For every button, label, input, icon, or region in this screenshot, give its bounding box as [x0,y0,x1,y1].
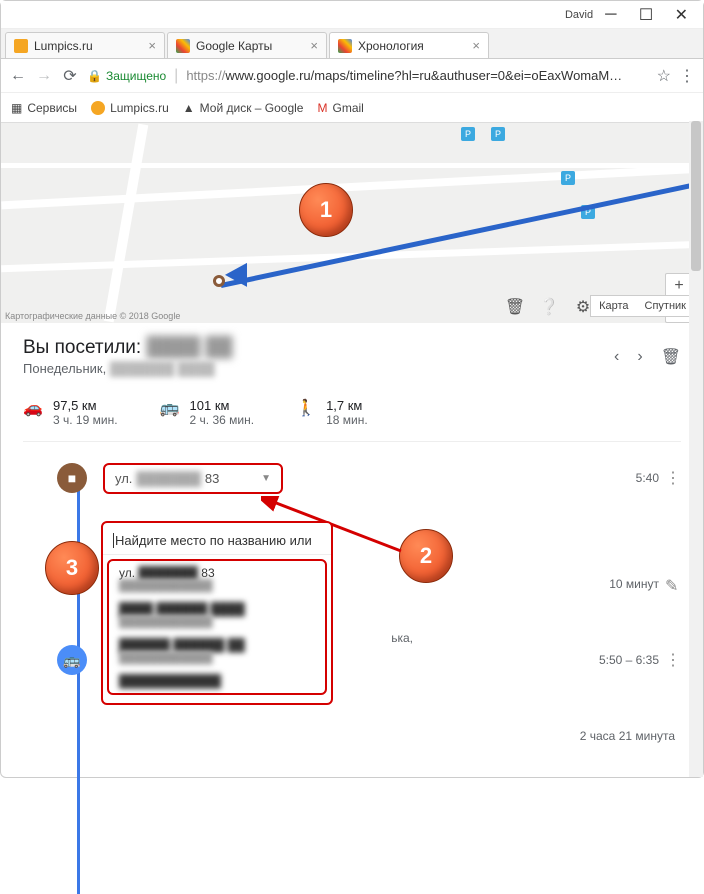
car-icon: 🚗 [23,398,43,418]
place-search-input[interactable]: Найдите место по названию или [103,527,331,555]
travel-stats: 🚗 97,5 км3 ч. 19 мин. 🚌 101 км2 ч. 36 ми… [23,398,681,442]
panel-header: Вы посетили: ████ ██ Понедельник, ██████… [23,337,681,376]
tab-timeline[interactable]: Хронология × [329,32,489,58]
favicon-icon [91,101,105,115]
obscured-text: ька, [391,631,413,645]
back-button[interactable]: ← [9,67,27,85]
help-icon[interactable]: ❔ [539,297,559,317]
favicon-icon [14,39,28,53]
route-endpoint[interactable] [213,275,225,287]
annotation-marker-1: 1 [299,183,353,237]
row-time: 5:50 – 6:35 [599,653,659,667]
row-time: 5:40 [636,471,659,485]
map-type-switch: Карта Спутник [590,295,695,317]
next-day-button[interactable]: › [637,348,642,366]
row-menu-button[interactable]: ⋮ [665,650,681,670]
segment-duration: 10 минут [609,577,659,591]
window-titlebar: David ─ ☐ ✕ [1,1,703,29]
close-icon[interactable]: × [148,38,156,53]
reload-button[interactable]: ⟳ [61,67,79,85]
poi-marker[interactable]: P [491,127,505,141]
lock-icon: 🔒 [87,69,102,83]
scrollbar-thumb[interactable] [691,121,701,271]
secure-badge[interactable]: 🔒 Защищено [87,69,166,83]
map-canvas[interactable]: P P P P + − 🗑 ❔ ⚙ Карта Спутник Картогра… [1,123,703,323]
route-line [220,179,703,288]
page-subtitle: Понедельник, ███████ ████ [23,361,233,376]
poi-marker[interactable]: P [561,171,575,185]
drive-icon: ▲ [183,101,195,115]
poi-marker[interactable]: P [461,127,475,141]
place-dropdown[interactable]: ул. ███████ 83 ▼ [103,463,283,494]
browser-toolbar: ← → ⟳ 🔒 Защищено | https://www.google.ru… [1,59,703,93]
stat-car: 🚗 97,5 км3 ч. 19 мин. [23,398,118,427]
stat-bus: 🚌 101 км2 ч. 36 мин. [160,398,255,427]
annotation-marker-3: 3 [45,541,99,595]
window-minimize-button[interactable]: ─ [593,3,628,27]
bookmark-lumpics[interactable]: Lumpics.ru [91,101,169,115]
tab-lumpics[interactable]: Lumpics.ru × [5,32,165,58]
tab-label: Google Карты [196,39,272,53]
walk-icon: 🚶 [296,398,316,418]
window-close-button[interactable]: ✕ [664,3,699,27]
profile-name: David [565,9,593,21]
suggestion-item[interactable]: ██████ ██████ ██ ████████████ [109,633,325,669]
prev-day-button[interactable]: ‹ [614,348,619,366]
suggestion-item[interactable]: ████████████ [109,669,325,693]
timeline-segment-row: 2 часа 21 минута [57,718,681,754]
bookmark-star-icon[interactable]: ☆ [657,66,671,86]
timeline-stop-row: ■ ул. ███████ 83 ▼ 5:40 ⋮ [57,460,681,496]
map-type-satellite[interactable]: Спутник [637,296,694,316]
secure-label: Защищено [106,69,166,83]
gmail-icon: M [317,101,327,115]
timeline-connector [77,470,80,894]
bus-icon: 🚌 [160,398,180,418]
bookmark-gmail[interactable]: MGmail [317,101,363,115]
map-type-map[interactable]: Карта [591,296,636,316]
page-title: Вы посетили: ████ ██ [23,337,233,359]
magic-wand-icon[interactable]: ✎ [665,576,681,592]
favicon-icon [338,39,352,53]
delete-day-button[interactable]: 🗑 [661,347,681,367]
bookmark-drive[interactable]: ▲Мой диск – Google [183,101,304,115]
apps-button[interactable]: ▦Сервисы [11,101,77,115]
annotation-marker-2: 2 [399,529,453,583]
tab-label: Хронология [358,39,424,53]
stat-walk: 🚶 1,7 км18 мин. [296,398,368,427]
close-icon[interactable]: × [472,38,480,53]
segment-duration: 2 часа 21 минута [580,729,675,743]
address-bar[interactable]: https://www.google.ru/maps/timeline?hl=r… [186,68,648,83]
page-scrollbar[interactable] [689,121,703,777]
delete-icon[interactable]: 🗑 [505,297,525,317]
favicon-icon [176,39,190,53]
stop-icon: ■ [57,463,87,493]
bus-icon: 🚌 [57,645,87,675]
map-toolbar: 🗑 ❔ ⚙ [505,297,593,317]
browser-menu-icon[interactable]: ⋮ [679,66,695,86]
tab-label: Lumpics.ru [34,39,93,53]
forward-button[interactable]: → [35,67,53,85]
row-menu-button[interactable]: ⋮ [665,468,681,488]
map-attribution: Картографические данные © 2018 Google [5,311,180,321]
chevron-down-icon: ▼ [261,473,271,484]
place-suggestions-dropdown: Найдите место по названию или ул. ██████… [101,521,333,705]
suggestion-item[interactable]: ████ ██████ ████ ████████████ [109,597,325,633]
suggestion-item[interactable]: ул. ███████ 83 ████████████ [109,561,325,597]
tab-google-maps[interactable]: Google Карты × [167,32,327,58]
window-maximize-button[interactable]: ☐ [628,3,663,27]
browser-tabstrip: Lumpics.ru × Google Карты × Хронология × [1,29,703,59]
apps-icon: ▦ [11,101,22,115]
close-icon[interactable]: × [310,38,318,53]
bookmarks-bar: ▦Сервисы Lumpics.ru ▲Мой диск – Google M… [1,93,703,123]
